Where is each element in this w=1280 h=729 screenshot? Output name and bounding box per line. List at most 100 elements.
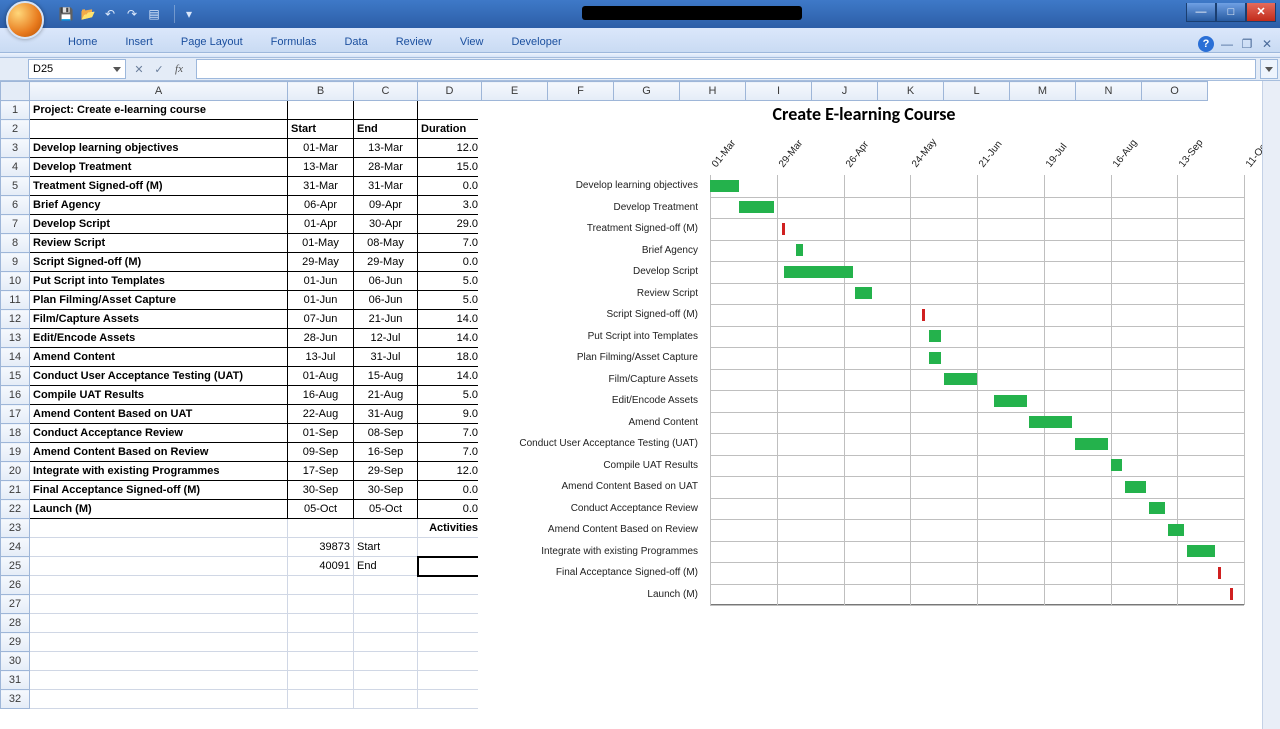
task-end[interactable]: 13-Mar <box>354 139 418 158</box>
cell-C[interactable] <box>354 576 418 595</box>
task-start[interactable]: 13-Mar <box>288 158 354 177</box>
row-header-27[interactable]: 27 <box>1 595 30 614</box>
col-header-O[interactable]: O <box>1142 82 1208 101</box>
task-start[interactable]: 01-Jun <box>288 291 354 310</box>
qat-dropdown-icon[interactable]: ▾ <box>181 6 197 22</box>
task-end[interactable]: 12-Jul <box>354 329 418 348</box>
task-duration[interactable]: 29.0 <box>418 215 482 234</box>
header-duration[interactable]: Duration <box>418 120 482 139</box>
cell-B[interactable] <box>288 671 354 690</box>
row-header-24[interactable]: 24 <box>1 538 30 557</box>
cell-B[interactable] <box>288 614 354 633</box>
task-end[interactable]: 31-Jul <box>354 348 418 367</box>
task-duration[interactable]: 7.0 <box>418 443 482 462</box>
cell-A[interactable] <box>30 652 288 671</box>
task-end[interactable]: 31-Aug <box>354 405 418 424</box>
task-duration[interactable]: 7.0 <box>418 234 482 253</box>
task-name[interactable]: Treatment Signed-off (M) <box>30 177 288 196</box>
row-header-20[interactable]: 20 <box>1 462 30 481</box>
task-duration[interactable]: 3.0 <box>418 196 482 215</box>
cell-B[interactable] <box>288 652 354 671</box>
row-header-19[interactable]: 19 <box>1 443 30 462</box>
task-end[interactable]: 09-Apr <box>354 196 418 215</box>
row-header-5[interactable]: 5 <box>1 177 30 196</box>
name-box[interactable]: D25 <box>28 59 126 79</box>
task-duration[interactable]: 9.0 <box>418 405 482 424</box>
cell-A[interactable] <box>30 614 288 633</box>
row-header-25[interactable]: 25 <box>1 557 30 576</box>
task-start[interactable]: 01-Aug <box>288 367 354 386</box>
task-end[interactable]: 21-Jun <box>354 310 418 329</box>
task-name[interactable]: Edit/Encode Assets <box>30 329 288 348</box>
cell-A[interactable] <box>30 671 288 690</box>
task-name[interactable]: Film/Capture Assets <box>30 310 288 329</box>
task-start[interactable]: 28-Jun <box>288 329 354 348</box>
cell-C25[interactable]: End <box>354 557 418 576</box>
row-header-16[interactable]: 16 <box>1 386 30 405</box>
cell-D[interactable] <box>418 671 482 690</box>
col-header-J[interactable]: J <box>812 82 878 101</box>
help-icon[interactable]: ? <box>1198 36 1214 52</box>
task-name[interactable]: Develop Script <box>30 215 288 234</box>
task-name[interactable]: Conduct Acceptance Review <box>30 424 288 443</box>
cell-B[interactable] <box>288 576 354 595</box>
fx-icon[interactable]: fx <box>172 63 186 75</box>
task-end[interactable]: 06-Jun <box>354 272 418 291</box>
task-name[interactable]: Integrate with existing Programmes <box>30 462 288 481</box>
task-end[interactable]: 08-Sep <box>354 424 418 443</box>
cell-B[interactable] <box>288 690 354 709</box>
col-header-M[interactable]: M <box>1010 82 1076 101</box>
col-header-E[interactable]: E <box>482 82 548 101</box>
task-duration[interactable]: 15.0 <box>418 158 482 177</box>
cell-C[interactable] <box>354 633 418 652</box>
task-duration[interactable]: 0.0 <box>418 481 482 500</box>
cell-A1[interactable]: Project: Create e-learning course <box>30 101 288 120</box>
name-box-dropdown-icon[interactable] <box>113 67 121 72</box>
tab-formulas[interactable]: Formulas <box>257 32 331 52</box>
task-duration[interactable]: 0.0 <box>418 500 482 519</box>
row-header-12[interactable]: 12 <box>1 310 30 329</box>
row-header-6[interactable]: 6 <box>1 196 30 215</box>
cell-C[interactable] <box>354 690 418 709</box>
task-name[interactable]: Script Signed-off (M) <box>30 253 288 272</box>
col-header-D[interactable]: D <box>418 82 482 101</box>
save-icon[interactable]: 💾 <box>58 6 74 22</box>
task-duration[interactable]: 14.0 <box>418 329 482 348</box>
task-duration[interactable]: 0.0 <box>418 253 482 272</box>
task-duration[interactable]: 12.0 <box>418 139 482 158</box>
undo-icon[interactable]: ↶ <box>102 6 118 22</box>
task-start[interactable]: 07-Jun <box>288 310 354 329</box>
cell-C[interactable] <box>354 614 418 633</box>
row-header-9[interactable]: 9 <box>1 253 30 272</box>
task-name[interactable]: Compile UAT Results <box>30 386 288 405</box>
col-header-C[interactable]: C <box>354 82 418 101</box>
row-header-18[interactable]: 18 <box>1 424 30 443</box>
formula-expand-icon[interactable] <box>1260 59 1278 79</box>
cell-C24[interactable]: Start <box>354 538 418 557</box>
task-start[interactable]: 01-Sep <box>288 424 354 443</box>
row-header-15[interactable]: 15 <box>1 367 30 386</box>
task-end[interactable]: 29-May <box>354 253 418 272</box>
tab-insert[interactable]: Insert <box>111 32 167 52</box>
col-header-I[interactable]: I <box>746 82 812 101</box>
cell-D[interactable] <box>418 652 482 671</box>
tab-page-layout[interactable]: Page Layout <box>167 32 257 52</box>
task-end[interactable]: 21-Aug <box>354 386 418 405</box>
task-name[interactable]: Put Script into Templates <box>30 272 288 291</box>
selected-cell-D25[interactable] <box>418 557 482 576</box>
task-end[interactable]: 30-Sep <box>354 481 418 500</box>
col-header-L[interactable]: L <box>944 82 1010 101</box>
cell-B[interactable] <box>288 633 354 652</box>
task-start[interactable]: 01-Apr <box>288 215 354 234</box>
mdi-close-icon[interactable]: ✕ <box>1260 38 1274 52</box>
row-header-8[interactable]: 8 <box>1 234 30 253</box>
task-duration[interactable]: 5.0 <box>418 291 482 310</box>
task-end[interactable]: 28-Mar <box>354 158 418 177</box>
task-start[interactable]: 30-Sep <box>288 481 354 500</box>
task-name[interactable]: Launch (M) <box>30 500 288 519</box>
tab-data[interactable]: Data <box>330 32 381 52</box>
task-name[interactable]: Amend Content <box>30 348 288 367</box>
cell-D[interactable] <box>418 633 482 652</box>
row-header-21[interactable]: 21 <box>1 481 30 500</box>
task-name[interactable]: Brief Agency <box>30 196 288 215</box>
